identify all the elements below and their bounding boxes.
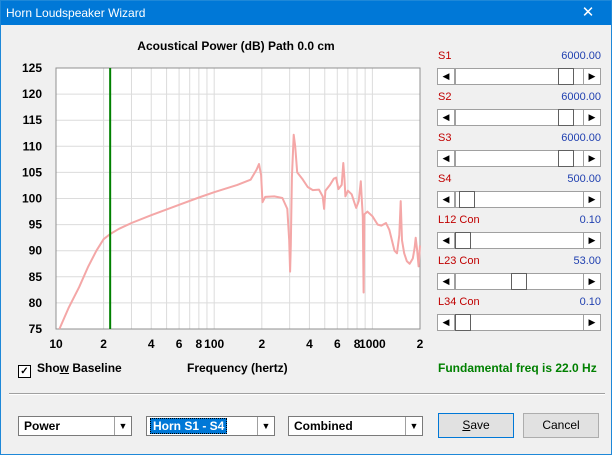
x-tick-label: 1000 <box>359 337 386 351</box>
x-axis-label: Frequency (hertz) <box>187 361 288 375</box>
slider-value: 53.00 <box>573 255 601 267</box>
y-tick-label: 115 <box>23 113 43 127</box>
slider-label: L34 Con <box>438 296 480 308</box>
scroll-left-arrow-icon[interactable]: ◀ <box>437 232 455 249</box>
x-tick-label: 6 <box>334 337 341 351</box>
horn-dropdown[interactable]: Horn S1 - S4 ▼ <box>146 416 275 436</box>
x-tick-label: 2 <box>417 337 424 351</box>
scroll-right-arrow-icon[interactable]: ▶ <box>583 191 601 208</box>
y-tick-label: 85 <box>29 270 43 284</box>
close-icon[interactable]: ✕ <box>565 1 611 25</box>
cancel-button[interactable]: Cancel <box>523 413 599 438</box>
scroll-left-arrow-icon[interactable]: ◀ <box>437 191 455 208</box>
measure-dropdown[interactable]: Power ▼ <box>18 416 132 436</box>
y-tick-label: 80 <box>29 296 43 310</box>
slider-thumb[interactable] <box>455 232 471 249</box>
scroll-left-arrow-icon[interactable]: ◀ <box>437 68 455 85</box>
fundamental-frequency-text: Fundamental freq is 22.0 Hz <box>438 361 597 375</box>
measure-dropdown-value: Power <box>24 419 61 433</box>
y-tick-label: 110 <box>23 139 43 153</box>
chart-title: Acoustical Power (dB) Path 0.0 cm <box>137 39 335 53</box>
scroll-left-arrow-icon[interactable]: ◀ <box>437 314 455 331</box>
chevron-down-icon[interactable]: ▼ <box>114 417 131 435</box>
scroll-right-arrow-icon[interactable]: ▶ <box>583 109 601 126</box>
slider-thumb[interactable] <box>558 68 575 85</box>
mode-dropdown-value: Combined <box>294 419 353 433</box>
slider-l34-con: L34 Con 0.10 ◀ ▶ <box>437 296 601 336</box>
window-title: Horn Loudspeaker Wizard <box>6 6 146 20</box>
mode-dropdown[interactable]: Combined ▼ <box>288 416 423 436</box>
y-tick-label: 75 <box>29 322 43 336</box>
slider-thumb[interactable] <box>511 273 527 290</box>
chevron-down-icon[interactable]: ▼ <box>405 417 422 435</box>
slider-label: S3 <box>438 132 452 144</box>
slider-s2: S2 6000.00 ◀ ▶ <box>437 91 601 131</box>
x-tick-label: 4 <box>148 337 155 351</box>
scroll-right-arrow-icon[interactable]: ▶ <box>583 273 601 290</box>
scroll-left-arrow-icon[interactable]: ◀ <box>437 273 455 290</box>
slider-thumb[interactable] <box>459 191 476 208</box>
slider-track[interactable] <box>455 314 585 331</box>
x-tick-label: 10 <box>49 337 63 351</box>
scroll-left-arrow-icon[interactable]: ◀ <box>437 150 455 167</box>
y-tick-label: 100 <box>22 192 42 206</box>
separator-line <box>9 393 605 395</box>
save-button[interactable]: Save <box>438 413 514 438</box>
slider-value: 500.00 <box>567 173 601 185</box>
title-bar: Horn Loudspeaker Wizard ✕ <box>1 1 611 25</box>
slider-s4: S4 500.00 ◀ ▶ <box>437 173 601 213</box>
slider-thumb[interactable] <box>455 314 471 331</box>
slider-thumb[interactable] <box>558 109 575 126</box>
chevron-down-icon[interactable]: ▼ <box>257 417 274 435</box>
slider-s3: S3 6000.00 ◀ ▶ <box>437 132 601 172</box>
show-baseline-checkbox[interactable]: ✓ Show Baseline <box>18 361 122 378</box>
slider-value: 0.10 <box>579 214 601 226</box>
slider-s1: S1 6000.00 ◀ ▶ <box>437 50 601 90</box>
x-tick-label: 2 <box>100 337 107 351</box>
x-tick-label: 4 <box>306 337 313 351</box>
y-tick-label: 105 <box>22 165 42 179</box>
slider-track[interactable] <box>455 232 585 249</box>
slider-l23-con: L23 Con 53.00 ◀ ▶ <box>437 255 601 295</box>
slider-label: L12 Con <box>438 214 480 226</box>
scroll-right-arrow-icon[interactable]: ▶ <box>583 68 601 85</box>
slider-value: 6000.00 <box>561 50 601 62</box>
slider-value: 6000.00 <box>561 91 601 103</box>
x-tick-label: 100 <box>204 337 224 351</box>
y-tick-label: 125 <box>22 61 42 75</box>
slider-l12-con: L12 Con 0.10 ◀ ▶ <box>437 214 601 254</box>
y-tick-label: 90 <box>29 244 43 258</box>
x-tick-label: 6 <box>176 337 183 351</box>
slider-label: L23 Con <box>438 255 480 267</box>
x-tick-label: 2 <box>258 337 265 351</box>
slider-value: 0.10 <box>579 296 601 308</box>
slider-value: 6000.00 <box>561 132 601 144</box>
slider-label: S1 <box>438 50 452 62</box>
slider-label: S2 <box>438 91 452 103</box>
slider-thumb[interactable] <box>558 150 575 167</box>
y-tick-label: 95 <box>29 218 43 232</box>
scroll-right-arrow-icon[interactable]: ▶ <box>583 314 601 331</box>
response-chart: 758085909510010511011512012510 2 4 6 8 100 2 4 6… <box>22 61 424 351</box>
scroll-left-arrow-icon[interactable]: ◀ <box>437 109 455 126</box>
wizard-window: Horn Loudspeaker Wizard ✕ Acoustical Pow… <box>0 0 612 455</box>
x-tick-label: 8 <box>196 337 203 351</box>
scroll-right-arrow-icon[interactable]: ▶ <box>583 150 601 167</box>
horn-dropdown-value: Horn S1 - S4 <box>150 418 228 434</box>
show-baseline-label: Show Baseline <box>37 361 122 375</box>
slider-label: S4 <box>438 173 452 185</box>
y-tick-label: 120 <box>22 87 42 101</box>
checkbox-check-icon[interactable]: ✓ <box>18 365 31 378</box>
scroll-right-arrow-icon[interactable]: ▶ <box>583 232 601 249</box>
